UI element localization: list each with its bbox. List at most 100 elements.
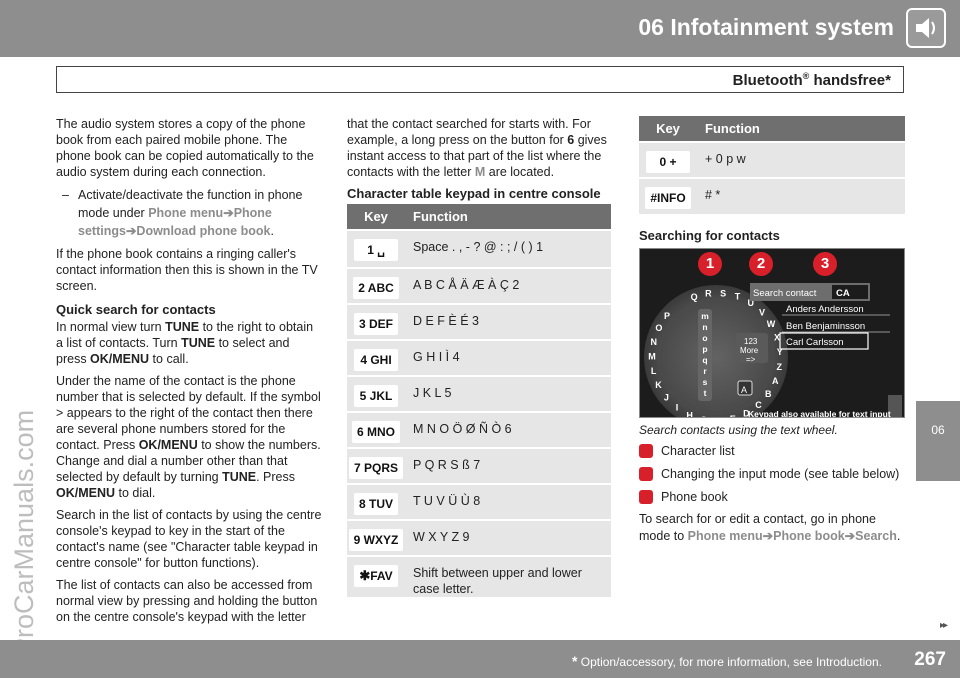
wheel-letter: G: [700, 415, 707, 418]
wheel-letter: W: [767, 319, 776, 329]
inner-letter: s: [703, 377, 708, 387]
key-5: 5 JKL: [354, 385, 398, 407]
next-page-arrows-icon: ▸▸: [939, 620, 948, 631]
side-tab-label: 06: [931, 423, 945, 437]
key-1: 1 ␣: [354, 239, 398, 261]
searching-contacts-heading: Searching for contacts: [639, 228, 780, 243]
column-3: Key Function 0 + + 0 p w #INFO # * Searchi…: [639, 116, 905, 551]
callout-2: 2: [749, 252, 773, 276]
wheel-letter: F: [715, 416, 721, 418]
chapter-side-tab: 06: [916, 401, 960, 481]
legend-item-3: Phone book: [639, 488, 905, 506]
edit-contact-paragraph: To search for or edit a contact, go in p…: [639, 512, 901, 543]
callout-3: 3: [813, 252, 837, 276]
callout-marker: [639, 490, 653, 504]
callout-1: 1: [698, 252, 722, 276]
text-wheel-graphic: QRSTUVWXYZABCDEFGHIJKLMNOP mnopqrst: [640, 249, 904, 418]
table-row: 6 MNO M N O Ö Ø Ñ Ò 6: [347, 411, 611, 448]
wheel-letter: Z: [776, 362, 782, 372]
wheel-letter: T: [735, 292, 741, 302]
contact-item: Ben Benjaminsson: [786, 321, 866, 332]
table-row: 4 GHI G H I Ì 4: [347, 339, 611, 376]
wheel-letter: K: [655, 380, 662, 390]
keypad-hint: Keypad also available for text input: [748, 409, 891, 418]
wheel-letter: J: [664, 392, 669, 402]
table-header-key: Key: [639, 116, 697, 142]
inner-letter: n: [702, 322, 707, 332]
quick-search-p3: Search in the list of contacts by using …: [56, 508, 322, 570]
quick-search-p1: In normal view turn TUNE to the right to…: [56, 320, 314, 366]
quick-search-p2: Under the name of the contact is the pho…: [56, 374, 321, 500]
table-row: 0 + + 0 p w: [639, 141, 905, 178]
key-6: 6 MNO: [351, 421, 400, 443]
table-row: ✱FAV Shift between upper and lower case l…: [347, 555, 611, 597]
wheel-letter: N: [651, 337, 658, 347]
contact-item: Anders Andersson: [786, 304, 864, 315]
inner-letter: p: [702, 344, 707, 354]
arrow-icon: ➔: [223, 206, 234, 220]
key-8: 8 TUV: [353, 493, 398, 515]
menu-phone-menu: Phone menu: [148, 206, 224, 220]
key-7: 7 PQRS: [348, 457, 403, 479]
arrow-icon: ➔: [844, 529, 856, 543]
ringing-caller-paragraph: If the phone book contains a ringing cal…: [56, 247, 318, 293]
wheel-letter: X: [774, 333, 780, 343]
key-hash-info: #INFO: [645, 187, 691, 209]
wheel-letter: B: [765, 389, 772, 399]
legend-item-2: Changing the input mode (see table below…: [639, 465, 905, 483]
section-header: Bluetooth® handsfree*: [56, 66, 904, 93]
arrow-icon: ➔: [762, 529, 774, 543]
table-row: 7 PQRS P Q R S ß 7: [347, 447, 611, 484]
wheel-letter: H: [686, 410, 693, 418]
footnote: * Option/accessory, for more information…: [571, 653, 882, 669]
table-header-function: Function: [405, 204, 611, 230]
key-4: 4 GHI: [354, 349, 398, 371]
section-title: Bluetooth® handsfree*: [732, 71, 891, 89]
column-1: The audio system stores a copy of the ph…: [56, 116, 322, 631]
inner-letter: q: [702, 355, 707, 365]
figure-caption: Search contacts using the text wheel.: [639, 423, 838, 437]
menu-download-phone-book: Download phone book: [136, 224, 271, 238]
wheel-letter: P: [664, 311, 670, 321]
bottom-bar: * Option/accessory, for more information…: [0, 640, 960, 678]
wheel-letter: Q: [691, 292, 698, 302]
star-icon: ✱: [359, 568, 371, 583]
legend-item-1: Character list: [639, 442, 905, 460]
key-2: 2 ABC: [353, 277, 399, 299]
wheel-letter: I: [676, 403, 679, 413]
search-contact-screen: QRSTUVWXYZABCDEFGHIJKLMNOP mnopqrst Sear…: [639, 248, 905, 418]
inner-letter: t: [704, 388, 707, 398]
wheel-letter: A: [772, 376, 779, 386]
table-header-function: Function: [697, 116, 905, 142]
key-star-fav: ✱FAV: [354, 565, 398, 587]
table-row: 3 DEF D E F È É 3: [347, 303, 611, 340]
table-row: #INFO # *: [639, 177, 905, 214]
watermark-text: ProCarManuals.com: [9, 410, 39, 656]
wheel-letter: L: [651, 366, 657, 376]
column-2: that the contact searched for starts wit…: [347, 116, 615, 597]
table-row: 5 JKL J K L 5: [347, 375, 611, 412]
arrow-icon: ➔: [125, 224, 137, 238]
character-table: Key Function 1 ␣ Space . , - ? @ : ; / ( …: [347, 204, 611, 597]
activation-instruction: – Activate/deactivate the function in ph…: [62, 188, 303, 238]
top-bar: 06 Infotainment system: [0, 0, 960, 57]
chapter-title: 06 Infotainment system: [638, 14, 894, 40]
table-row: 1 ␣ Space . , - ? @ : ; / ( ) 1: [347, 229, 611, 268]
typed-text: CA: [836, 288, 850, 299]
wheel-letter: O: [655, 323, 662, 333]
table-row: 2 ABC A B C Å Ä Æ À Ç 2: [347, 267, 611, 304]
page-number: 267: [914, 649, 946, 670]
long-press-paragraph: that the contact searched for starts wit…: [347, 117, 607, 179]
wheel-letter: S: [720, 288, 726, 298]
quick-search-p4: The list of contacts can also be accesse…: [56, 578, 318, 624]
contact-item: Carl Carlsson: [786, 337, 844, 348]
search-contact-title: Search contact: [753, 288, 817, 299]
speaker-icon: [906, 8, 946, 48]
key-9: 9 WXYZ: [348, 529, 404, 551]
table-row: 8 TUV T U V Ü Ù 8: [347, 483, 611, 520]
key-3: 3 DEF: [353, 313, 398, 335]
quick-search-heading: Quick search for contacts: [56, 302, 216, 317]
intro-paragraph: The audio system stores a copy of the ph…: [56, 117, 314, 179]
callout-marker: [639, 444, 653, 458]
inner-letter: m: [701, 311, 709, 321]
